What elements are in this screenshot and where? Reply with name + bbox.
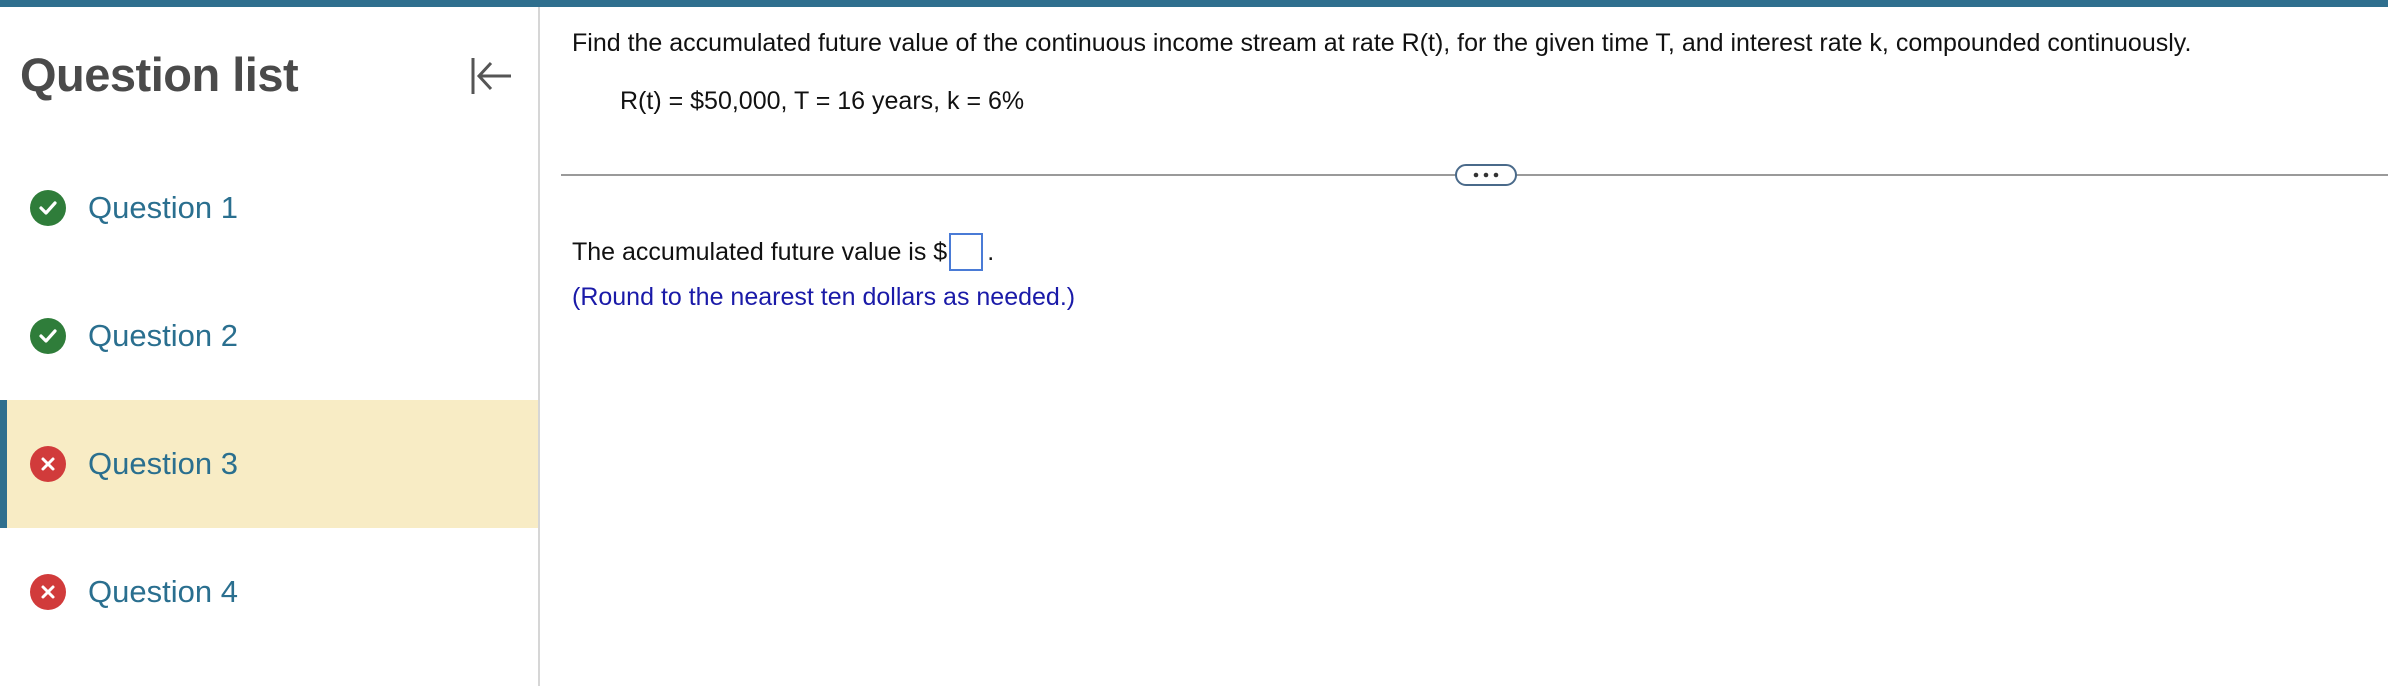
question-item-4[interactable]: Question 4 bbox=[0, 528, 538, 656]
answer-line: The accumulated future value is $ . bbox=[572, 233, 994, 271]
question-item-2[interactable]: Question 2 bbox=[0, 272, 538, 400]
expand-more-button[interactable] bbox=[1455, 164, 1517, 186]
given-values: R(t) = $50,000, T = 16 years, k = 6% bbox=[620, 87, 1025, 115]
question-label[interactable]: Question 3 bbox=[88, 446, 238, 482]
question-item-1[interactable]: Question 1 bbox=[0, 144, 538, 272]
question-list-sidebar: Question list Question 1 Question 2 Ques… bbox=[0, 7, 540, 686]
answer-suffix: . bbox=[987, 237, 995, 266]
question-item-3[interactable]: Question 3 bbox=[0, 400, 538, 528]
ellipsis-icon bbox=[1473, 172, 1499, 178]
answer-input[interactable] bbox=[949, 233, 984, 271]
sidebar-title: Question list bbox=[20, 48, 299, 101]
question-list: Question 1 Question 2 Question 3 Questio… bbox=[0, 144, 538, 656]
collapse-sidebar-button[interactable] bbox=[464, 49, 518, 103]
check-circle-icon bbox=[30, 318, 66, 354]
question-label[interactable]: Question 1 bbox=[88, 190, 238, 226]
collapse-left-icon bbox=[471, 58, 511, 94]
x-circle-icon bbox=[30, 574, 66, 610]
question-panel: Find the accumulated future value of the… bbox=[540, 7, 2388, 686]
question-label[interactable]: Question 2 bbox=[88, 318, 238, 354]
check-circle-icon bbox=[30, 190, 66, 226]
question-prompt: Find the accumulated future value of the… bbox=[572, 29, 2192, 57]
top-accent-bar bbox=[0, 0, 2388, 7]
x-circle-icon bbox=[30, 446, 66, 482]
question-label[interactable]: Question 4 bbox=[88, 574, 238, 610]
answer-prefix: The accumulated future value is $ bbox=[572, 237, 948, 266]
rounding-hint: (Round to the nearest ten dollars as nee… bbox=[572, 283, 1076, 311]
